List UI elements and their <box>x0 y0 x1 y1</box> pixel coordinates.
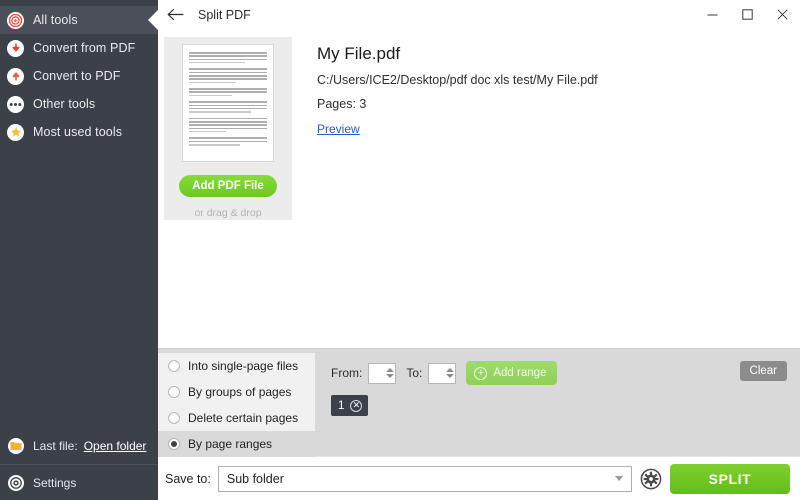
window-controls <box>695 0 800 29</box>
back-arrow-icon <box>167 8 184 21</box>
chevron-up-icon[interactable] <box>385 368 394 372</box>
main-content: Split PDF Add PDF File or drag & drop My… <box>158 0 800 500</box>
to-label: To: <box>406 366 423 380</box>
application-window: All tools Convert from PDF Convert to PD… <box>0 0 800 500</box>
options-panel: Into single-page files By groups of page… <box>158 348 800 457</box>
minimize-button[interactable] <box>695 0 730 29</box>
chevron-up-icon[interactable] <box>445 368 454 372</box>
sidebar-item-most-used-tools[interactable]: Most used tools <box>0 118 158 146</box>
arrow-up-icon <box>7 67 24 85</box>
sidebar-item-label: All tools <box>33 13 78 27</box>
minimize-icon <box>707 14 718 16</box>
file-thumbnail-box[interactable]: Add PDF File or drag & drop <box>164 37 292 220</box>
radio-indicator <box>168 412 180 424</box>
radio-label: Delete certain pages <box>188 411 299 425</box>
sidebar-item-label: Most used tools <box>33 125 123 139</box>
sidebar-item-label: Convert to PDF <box>33 69 121 83</box>
range-input-row: From: To: + Add range <box>331 361 800 385</box>
from-spinner-arrows[interactable] <box>384 364 395 383</box>
file-page-count: Pages: 3 <box>317 97 367 111</box>
range-chips: 1 ✕ <box>331 395 800 416</box>
add-range-button[interactable]: + Add range <box>466 361 558 385</box>
chevron-down-icon[interactable] <box>385 374 394 378</box>
close-icon <box>777 9 788 20</box>
window-title: Split PDF <box>198 7 251 22</box>
from-spinner[interactable] <box>368 362 397 384</box>
close-button[interactable] <box>765 0 800 29</box>
radio-indicator <box>168 386 180 398</box>
save-settings-gear-button[interactable] <box>640 468 662 490</box>
range-chip-label: 1 <box>338 399 345 412</box>
drag-drop-hint: or drag & drop <box>194 207 262 219</box>
split-button[interactable]: SPLIT <box>670 463 790 494</box>
radio-label: By groups of pages <box>188 385 292 399</box>
chevron-down-icon[interactable] <box>445 374 454 378</box>
radio-delete-certain-pages[interactable]: Delete certain pages <box>158 405 315 431</box>
sidebar-item-label: Convert from PDF <box>33 41 136 55</box>
back-button[interactable] <box>158 0 192 29</box>
sidebar-footer: Last file: Open folder Settings <box>0 428 158 500</box>
add-range-label: Add range <box>493 367 547 379</box>
radio-by-groups-of-pages[interactable]: By groups of pages <box>158 379 315 405</box>
file-name: My File.pdf <box>317 44 401 63</box>
file-path: C:/Users/ICE2/Desktop/pdf doc xls test/M… <box>317 73 598 87</box>
sidebar-item-all-tools[interactable]: All tools <box>0 6 158 34</box>
radio-by-page-ranges[interactable]: By page ranges <box>158 431 315 457</box>
sidebar-item-other-tools[interactable]: Other tools <box>0 90 158 118</box>
maximize-button[interactable] <box>730 0 765 29</box>
open-folder-link[interactable]: Open folder <box>84 439 147 453</box>
ellipsis-icon <box>7 95 24 113</box>
folder-icon <box>8 438 24 454</box>
to-value[interactable] <box>429 364 444 383</box>
file-area: Add PDF File or drag & drop My File.pdf … <box>158 29 800 348</box>
file-info: My File.pdf C:/Users/ICE2/Desktop/pdf do… <box>292 37 598 348</box>
page-range-controls: From: To: + Add range 1 ✕ Clear <box>315 349 800 456</box>
radio-into-single-page-files[interactable]: Into single-page files <box>158 353 315 379</box>
radio-label: Into single-page files <box>188 359 299 373</box>
from-value[interactable] <box>369 364 384 383</box>
sidebar-item-convert-to-pdf[interactable]: Convert to PDF <box>0 62 158 90</box>
save-to-value: Sub folder <box>226 471 284 486</box>
radio-label: By page ranges <box>188 437 273 451</box>
close-circle-icon[interactable]: ✕ <box>350 399 363 412</box>
add-pdf-file-button[interactable]: Add PDF File <box>179 175 277 197</box>
range-chip[interactable]: 1 ✕ <box>331 395 369 416</box>
sidebar-last-file-row: Last file: Open folder <box>0 428 158 464</box>
title-bar: Split PDF <box>158 0 800 29</box>
target-icon <box>7 11 24 29</box>
sidebar-item-convert-from-pdf[interactable]: Convert from PDF <box>0 34 158 62</box>
last-file-label: Last file: <box>33 439 78 453</box>
preview-link[interactable]: Preview <box>317 122 360 136</box>
to-spinner-arrows[interactable] <box>444 364 455 383</box>
radio-indicator <box>168 360 180 372</box>
to-spinner[interactable] <box>428 362 457 384</box>
save-to-label: Save to: <box>165 471 211 486</box>
save-to-select[interactable]: Sub folder <box>217 465 632 492</box>
sidebar-nav: All tools Convert from PDF Convert to PD… <box>0 0 158 146</box>
clear-button[interactable]: Clear <box>739 361 787 381</box>
gear-icon <box>640 468 662 489</box>
chevron-down-icon <box>615 476 623 481</box>
split-mode-radio-group: Into single-page files By groups of page… <box>158 349 315 457</box>
plus-circle-icon: + <box>474 366 488 380</box>
gear-icon <box>8 474 24 491</box>
arrow-down-icon <box>7 39 24 57</box>
radio-indicator <box>168 438 180 450</box>
pdf-page-thumbnail <box>182 44 274 162</box>
from-label: From: <box>331 366 363 380</box>
settings-label: Settings <box>33 475 77 490</box>
sidebar: All tools Convert from PDF Convert to PD… <box>0 0 158 500</box>
action-bar: Save to: Sub folder SPLIT <box>158 456 800 500</box>
sidebar-item-label: Other tools <box>33 97 96 111</box>
maximize-icon <box>742 9 753 20</box>
star-icon <box>7 123 24 141</box>
sidebar-item-settings[interactable]: Settings <box>0 464 158 500</box>
